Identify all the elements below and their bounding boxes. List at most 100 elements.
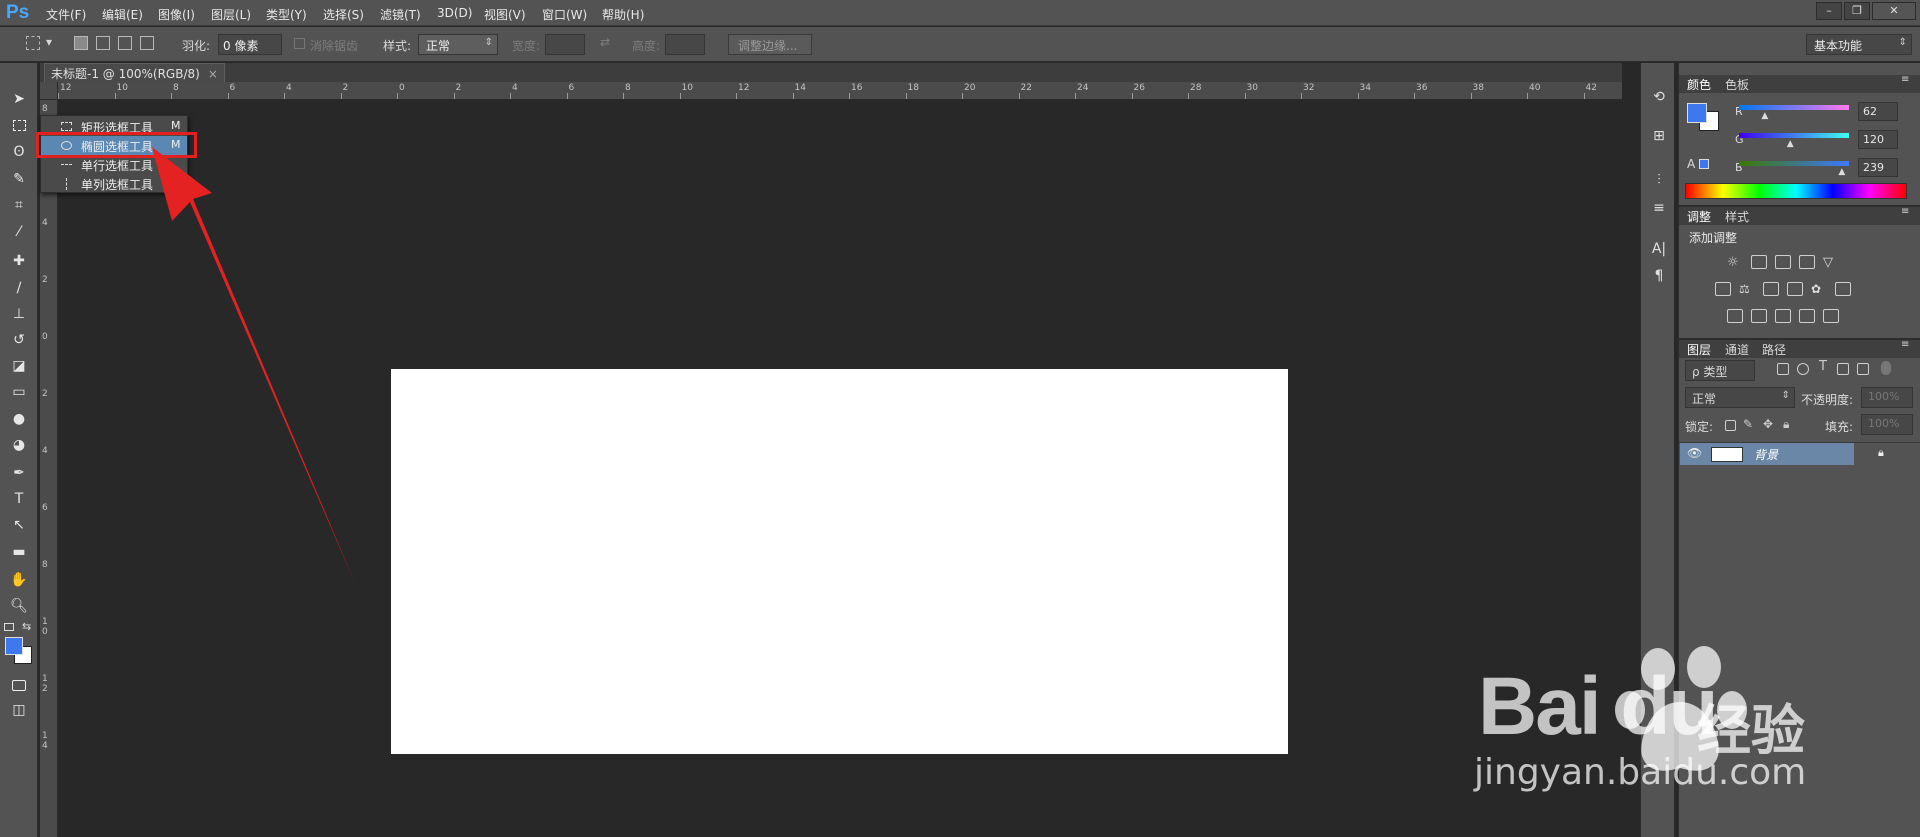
workspace-select[interactable]: 基本功能 ⇕	[1806, 34, 1912, 55]
green-slider[interactable]	[1739, 133, 1849, 138]
screen-mode-icon[interactable]: ◫	[6, 699, 32, 721]
channel-mixer-icon[interactable]: ✿	[1811, 282, 1827, 296]
close-icon[interactable]: ✕	[1872, 2, 1916, 20]
fill-input[interactable]: 100%	[1861, 414, 1913, 435]
visibility-eye-icon[interactable]: 👁︎	[1687, 446, 1702, 460]
default-colors-icon[interactable]	[4, 623, 14, 631]
vibrance-icon[interactable]: ▽	[1823, 255, 1839, 270]
antialias-checkbox[interactable]	[294, 38, 305, 49]
filter-pixel-icon[interactable]	[1777, 363, 1789, 375]
add-selection-icon[interactable]	[96, 36, 110, 50]
document-tab[interactable]: 未标题-1 @ 100%(RGB/8) ×	[44, 63, 225, 82]
panel-menu-icon[interactable]: ≡	[1901, 206, 1909, 217]
color-spectrum-bar[interactable]	[1685, 183, 1907, 199]
tab-swatches[interactable]: 色板	[1725, 76, 1749, 93]
intersect-selection-icon[interactable]	[140, 36, 154, 50]
lock-position-icon[interactable]: ✥	[1763, 417, 1773, 431]
quick-mask-icon[interactable]	[6, 674, 32, 696]
menu-view[interactable]: 视图(V)	[484, 6, 526, 23]
blue-slider-thumb[interactable]: ▲	[1838, 167, 1845, 177]
tab-styles[interactable]: 样式	[1725, 208, 1749, 225]
menu-help[interactable]: 帮助(H)	[602, 6, 644, 23]
lasso-tool-icon[interactable]: ʘ	[6, 141, 32, 163]
green-slider-thumb[interactable]: ▲	[1787, 139, 1794, 149]
healing-brush-icon[interactable]: ✚	[6, 250, 32, 272]
tab-channels[interactable]: 通道	[1725, 341, 1749, 358]
hue-saturation-icon[interactable]	[1715, 282, 1731, 296]
gamut-swatch[interactable]	[1699, 159, 1709, 169]
marquee-tool-preset-icon[interactable]	[26, 36, 40, 50]
opacity-input[interactable]: 100%	[1861, 387, 1913, 408]
properties-panel-icon[interactable]: ⊞	[1649, 126, 1669, 146]
gradient-tool-icon[interactable]: ▭	[6, 381, 32, 403]
style-select[interactable]: 正常 ⇕	[418, 34, 498, 55]
blend-mode-select[interactable]: 正常 ⇕	[1685, 387, 1795, 408]
shape-tool-icon[interactable]: ▬	[6, 541, 32, 563]
character-panel-icon[interactable]: A|	[1649, 239, 1669, 259]
feather-input[interactable]: 0 像素	[218, 34, 282, 55]
brush-tool-icon[interactable]: ∕	[6, 277, 32, 299]
crop-tool-icon[interactable]: ⌗	[6, 194, 32, 216]
dodge-tool-icon[interactable]: ◕	[6, 434, 32, 456]
swap-colors-icon[interactable]: ⇆	[22, 620, 31, 633]
red-value-input[interactable]: 62	[1858, 102, 1898, 121]
black-white-icon[interactable]	[1763, 282, 1779, 296]
filter-adjust-icon[interactable]	[1797, 363, 1809, 375]
pen-tool-icon[interactable]: ✒	[6, 462, 32, 484]
blue-slider[interactable]	[1739, 161, 1849, 166]
ruler-origin[interactable]	[40, 82, 58, 100]
levels-icon[interactable]	[1751, 255, 1767, 269]
document-canvas[interactable]	[391, 369, 1288, 754]
layer-row-background[interactable]: 👁︎ 背景 🔒︎	[1680, 443, 1884, 465]
color-lookup-icon[interactable]	[1835, 282, 1851, 296]
eraser-tool-icon[interactable]: ◪	[6, 355, 32, 377]
close-tab-icon[interactable]: ×	[208, 67, 218, 81]
photo-filter-icon[interactable]	[1787, 282, 1803, 296]
panel-menu-icon[interactable]: ≡	[1901, 339, 1909, 350]
filter-toggle[interactable]	[1881, 361, 1891, 375]
move-tool-icon[interactable]: ➤	[6, 88, 32, 110]
selective-color-icon[interactable]	[1799, 309, 1815, 323]
restore-icon[interactable]: ❐	[1844, 2, 1870, 20]
invert-icon[interactable]	[1727, 309, 1743, 323]
red-slider-thumb[interactable]: ▲	[1761, 111, 1768, 121]
curves-icon[interactable]	[1775, 255, 1791, 269]
brush-presets-icon[interactable]: ≡	[1649, 198, 1669, 218]
tab-color[interactable]: 颜色	[1687, 76, 1711, 93]
chevron-down-icon[interactable]: ▾	[46, 35, 52, 49]
tab-adjustments[interactable]: 调整	[1687, 208, 1711, 225]
filter-shape-icon[interactable]	[1837, 363, 1849, 375]
menu-3d[interactable]: 3D(D)	[437, 6, 472, 20]
marquee-tool-icon[interactable]	[6, 114, 32, 136]
color-balance-icon[interactable]: ⚖	[1739, 282, 1755, 296]
lock-all-icon[interactable]: 🔒︎	[1783, 417, 1789, 432]
type-tool-icon[interactable]: T	[6, 488, 32, 510]
menu-layer[interactable]: 图层(L)	[211, 6, 251, 23]
menu-image[interactable]: 图像(I)	[158, 6, 195, 23]
menu-select[interactable]: 选择(S)	[323, 6, 364, 23]
brightness-icon[interactable]: ☼	[1727, 255, 1743, 270]
height-input[interactable]	[665, 34, 705, 55]
quick-select-tool-icon[interactable]: ✎	[6, 168, 32, 190]
history-brush-icon[interactable]: ↺	[6, 329, 32, 351]
new-selection-icon[interactable]	[74, 36, 88, 50]
filter-smart-icon[interactable]	[1857, 363, 1869, 375]
panel-menu-icon[interactable]: ≡	[1901, 74, 1909, 85]
foreground-color-swatch[interactable]	[5, 637, 23, 655]
lock-pixels-icon[interactable]: ✎	[1743, 417, 1753, 431]
threshold-icon[interactable]	[1775, 309, 1791, 323]
width-input[interactable]	[545, 34, 585, 55]
gradient-map-icon[interactable]	[1823, 309, 1839, 323]
swap-icon[interactable]: ⇄	[600, 35, 610, 49]
red-slider[interactable]	[1739, 105, 1849, 110]
paragraph-panel-icon[interactable]: ¶	[1649, 266, 1669, 286]
green-value-input[interactable]: 120	[1858, 130, 1898, 149]
blue-value-input[interactable]: 239	[1858, 158, 1898, 177]
menu-type[interactable]: 类型(Y)	[266, 6, 307, 23]
eyedropper-tool-icon[interactable]: ⁄	[6, 221, 32, 243]
lock-transparency-icon[interactable]	[1725, 420, 1736, 431]
minimize-icon[interactable]: –	[1816, 2, 1842, 20]
tab-layers[interactable]: 图层	[1687, 341, 1711, 358]
menu-file[interactable]: 文件(F)	[46, 6, 86, 23]
menu-edit[interactable]: 编辑(E)	[102, 6, 143, 23]
